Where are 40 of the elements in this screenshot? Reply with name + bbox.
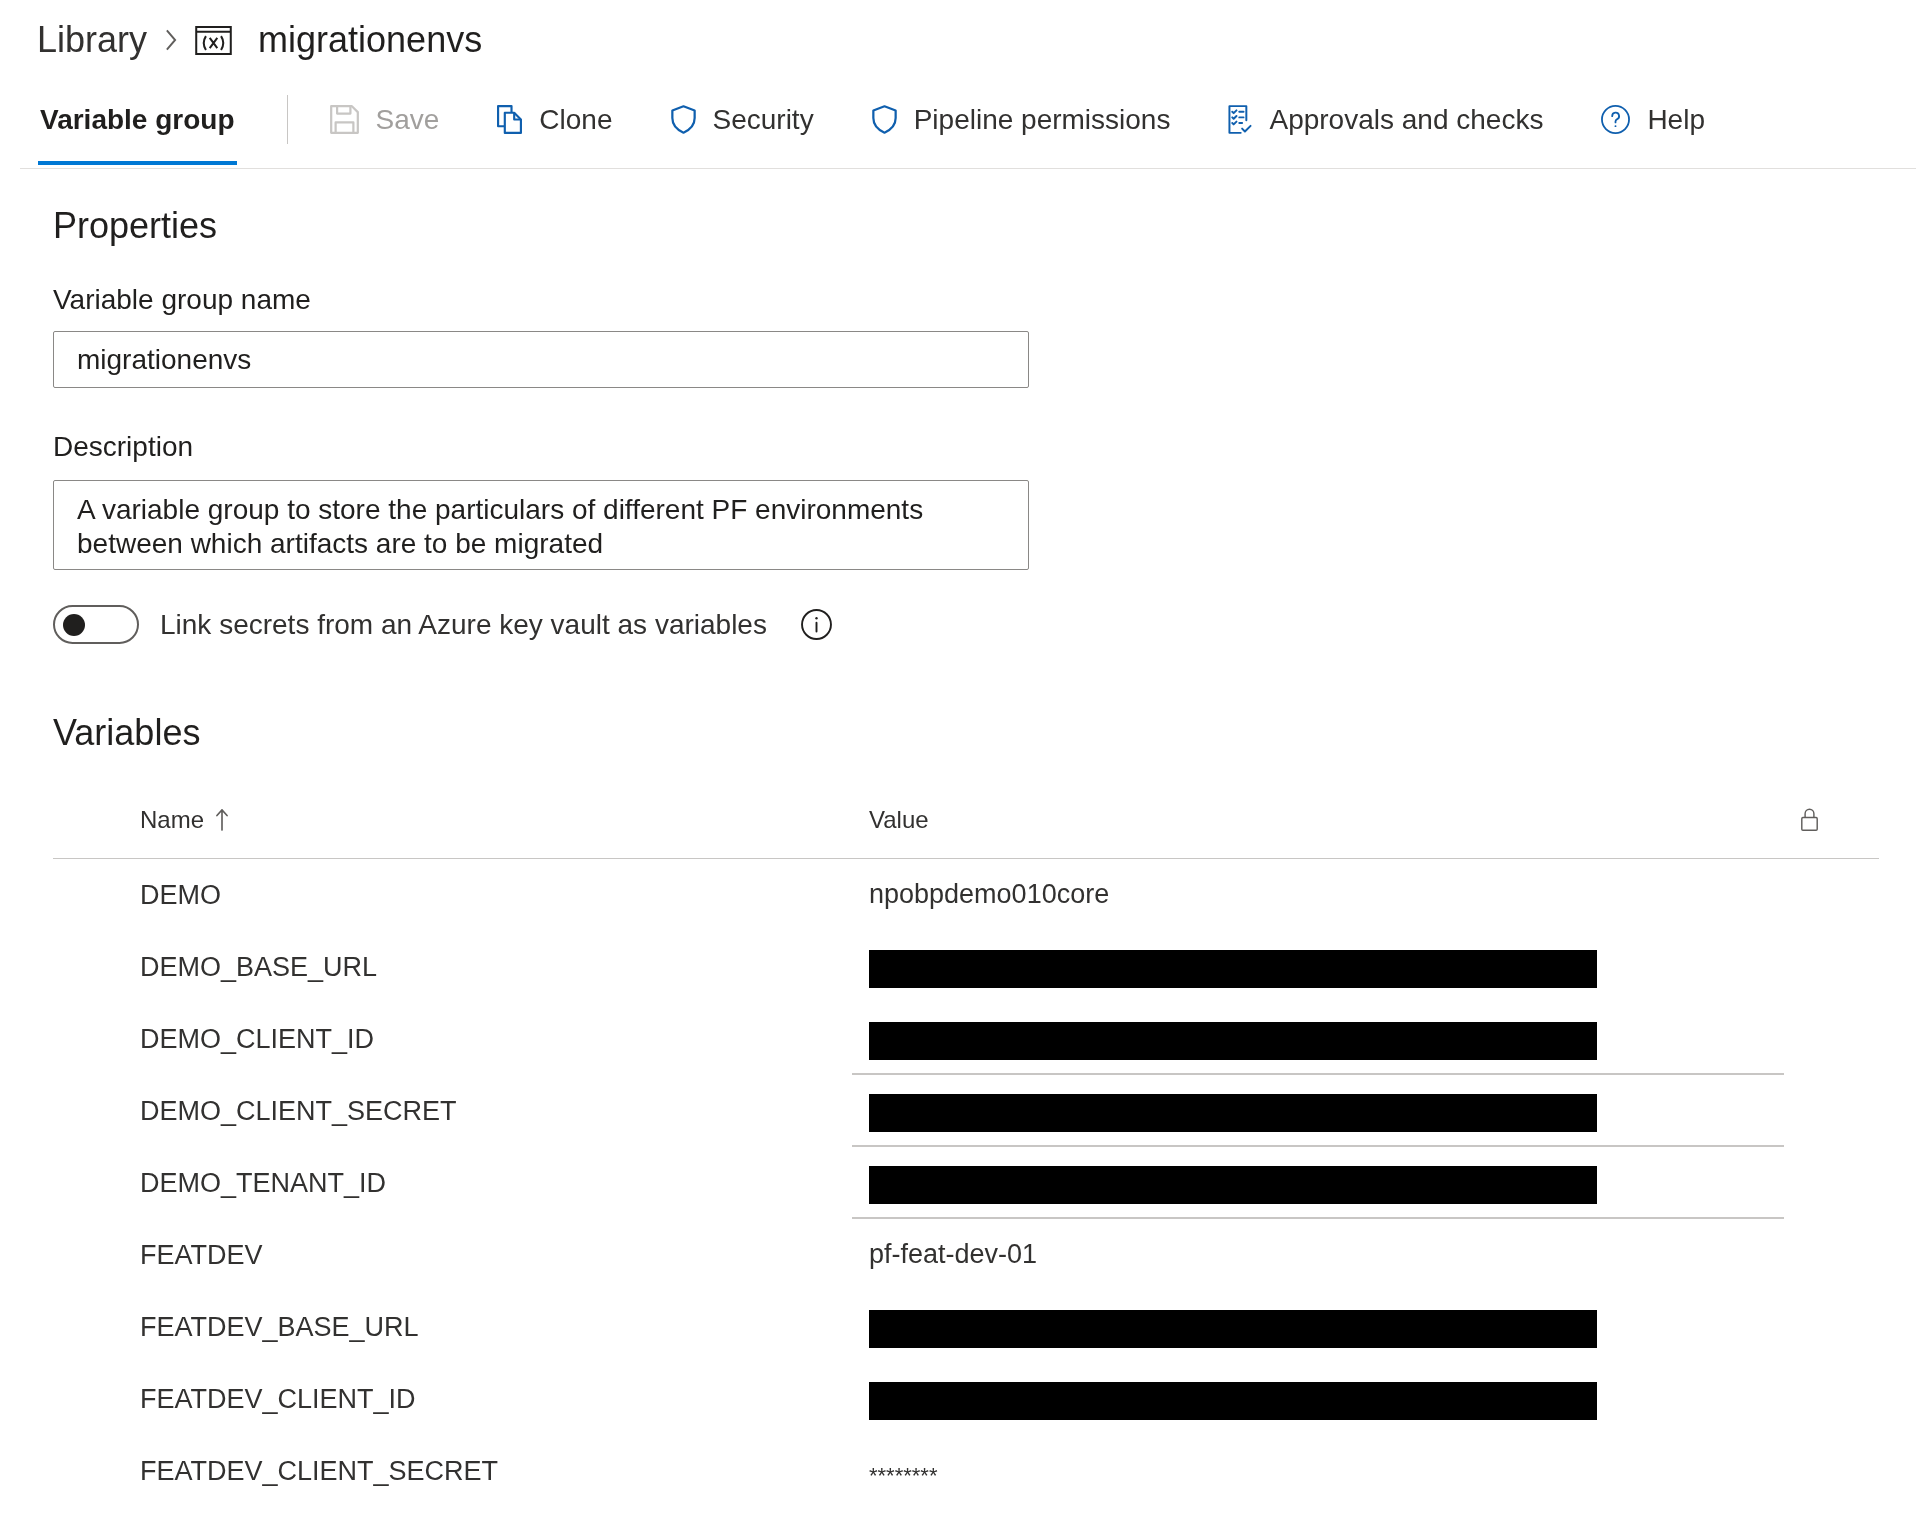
variable-name: FEATDEV_CLIENT_ID xyxy=(140,1382,416,1416)
checklist-icon xyxy=(1228,105,1253,134)
save-icon xyxy=(329,105,359,134)
section-heading: Variables xyxy=(53,711,201,755)
description-field[interactable]: A variable group to store the particulars of different PF environments between which artifacts are to be migrated xyxy=(53,480,1029,570)
toolbar-button[interactable]: Clone xyxy=(485,92,625,147)
variable-icon xyxy=(195,25,233,55)
variable-name: FEATDEV_CLIENT_SECRET xyxy=(140,1454,499,1488)
toggle-label: Link secrets from an Azure key vault as variables xyxy=(160,607,767,642)
variable-value: npobpdemo010core xyxy=(869,877,1110,911)
variable-name: FEATDEV_BASE_URL xyxy=(140,1310,419,1344)
info-icon[interactable] xyxy=(800,609,832,640)
toolbar-button[interactable]: Help xyxy=(1589,92,1717,147)
page-title: migrationenvs xyxy=(258,18,483,62)
variable-name: DEMO_BASE_URL xyxy=(140,950,378,984)
chevron-right-icon xyxy=(165,29,178,51)
section-heading: Properties xyxy=(53,204,218,248)
variable-name: DEMO xyxy=(140,878,221,912)
toolbar-button[interactable]: Approvals and checks xyxy=(1216,92,1556,147)
breadcrumb-link[interactable]: Library xyxy=(37,18,148,62)
toolbar-button[interactable]: Pipeline permissions xyxy=(859,92,1183,147)
help-icon xyxy=(1601,105,1631,134)
toggle-switch[interactable] xyxy=(53,605,139,644)
masked-value: ******** xyxy=(869,1461,938,1490)
variable-name: DEMO_CLIENT_SECRET xyxy=(140,1094,457,1128)
field-label: Description xyxy=(53,430,194,464)
variable-name: DEMO_TENANT_ID xyxy=(140,1166,387,1200)
copy-icon xyxy=(497,105,523,134)
variable-name: FEATDEV xyxy=(140,1238,263,1272)
column-header: Value xyxy=(869,804,929,835)
tab[interactable]: Variable group xyxy=(38,78,237,165)
shield-icon xyxy=(670,105,696,134)
name-input-field[interactable]: migrationenvs xyxy=(53,331,1029,388)
variable-value: pf-feat-dev-01 xyxy=(869,1237,1038,1271)
field-label: Variable group name xyxy=(53,283,311,317)
variable-name: DEMO_CLIENT_ID xyxy=(140,1022,375,1056)
toolbar-button[interactable]: Security xyxy=(658,92,826,147)
lock-icon xyxy=(1801,808,1818,831)
shield-icon xyxy=(871,105,897,134)
column-header[interactable]: Name xyxy=(140,801,205,838)
